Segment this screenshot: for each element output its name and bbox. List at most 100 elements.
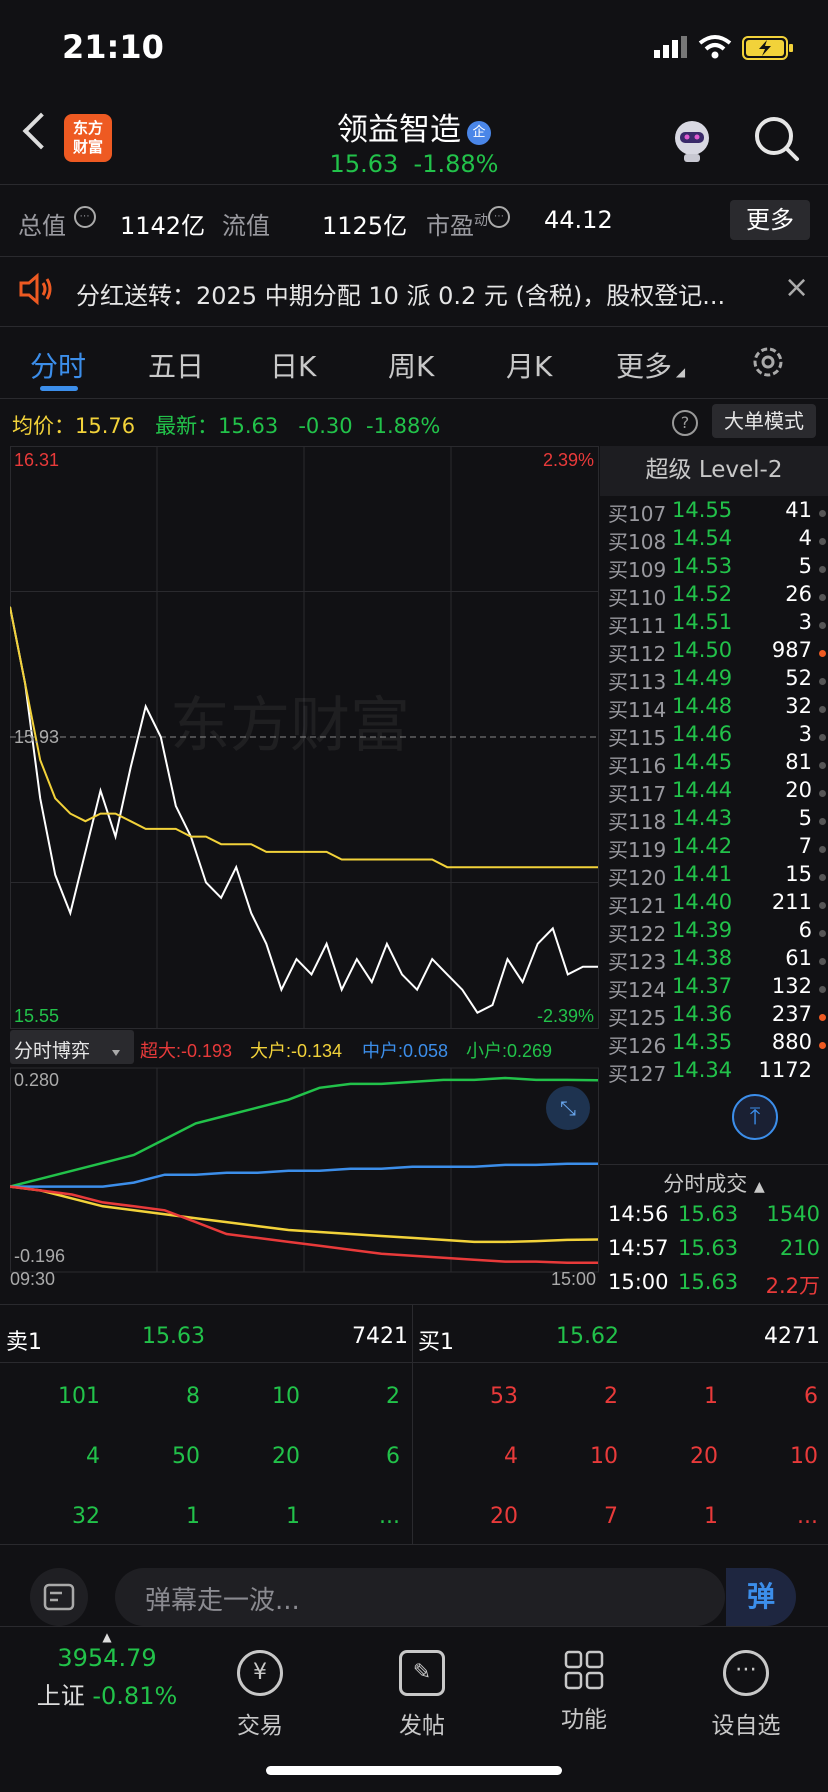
order-dot-icon xyxy=(819,762,826,769)
order-volume: 880 xyxy=(771,1030,812,1054)
order-volume: 26 xyxy=(785,582,812,606)
order-volume: 81 xyxy=(785,750,812,774)
order-level-label: 买125 xyxy=(608,1006,667,1030)
order-volume: 987 xyxy=(771,638,812,662)
order-volume: 5 xyxy=(798,806,812,830)
dividend-notice[interactable]: 分红送转：2025 中期分配 10 派 0.2 元 (含税)，股权登记... xyxy=(76,276,725,311)
speaker-icon xyxy=(18,272,54,310)
nav-functions[interactable]: 功能 xyxy=(524,1650,644,1734)
order-level-label: 买122 xyxy=(608,922,667,946)
trade-time: 14:56 xyxy=(608,1202,669,1226)
order-price: 14.40 xyxy=(672,890,733,914)
game-title: 分时博弈 xyxy=(14,1040,90,1062)
order-price: 14.53 xyxy=(672,554,733,578)
order-dot-icon xyxy=(819,930,826,937)
buy1-volume: 4271 xyxy=(764,1324,820,1349)
danmaku-settings-icon[interactable] xyxy=(30,1568,88,1626)
status-time: 21:10 xyxy=(62,28,164,66)
scroll-top-button[interactable]: ⤒ xyxy=(732,1094,778,1140)
danmaku-send-button[interactable]: 弹 xyxy=(726,1568,796,1626)
order-dot-icon xyxy=(819,622,826,629)
nav-trade[interactable]: ¥ 交易 xyxy=(200,1650,320,1740)
robot-assistant-icon[interactable] xyxy=(668,116,716,168)
yen-icon: ¥ xyxy=(237,1650,283,1696)
sell-queue-cell: 2 xyxy=(386,1384,400,1409)
buy-queue-cell: 10 xyxy=(790,1444,818,1469)
index-ticker[interactable]: ▲ 3954.79 上证 -0.81% xyxy=(22,1630,192,1711)
info-icon[interactable]: ⋯ xyxy=(488,206,510,228)
more-info-button[interactable]: 更多 xyxy=(730,200,810,240)
y-axis-top-pct-label: 2.39% xyxy=(543,450,594,470)
order-price: 14.49 xyxy=(672,666,733,690)
sell-queue-cell: ... xyxy=(379,1504,400,1529)
sell-queue-cell: 101 xyxy=(58,1384,100,1409)
help-icon[interactable]: ? xyxy=(672,410,698,436)
order-dot-icon xyxy=(819,986,826,993)
nav-post[interactable]: ✎ 发帖 xyxy=(362,1650,482,1740)
order-level-label: 买119 xyxy=(608,838,667,862)
tab-five-day[interactable]: 五日 xyxy=(148,345,204,385)
header-price: 15.63 xyxy=(329,150,399,178)
order-level-label: 买120 xyxy=(608,866,667,890)
trade-ticks-header[interactable]: 分时成交 ▲ xyxy=(600,1168,828,1198)
order-price: 14.54 xyxy=(672,526,733,550)
search-icon[interactable] xyxy=(754,116,800,166)
active-tab-indicator xyxy=(40,386,78,391)
order-level-label: 买108 xyxy=(608,530,667,554)
order-volume: 7 xyxy=(798,834,812,858)
order-level-label: 买121 xyxy=(608,894,667,918)
order-volume: 52 xyxy=(785,666,812,690)
time-end-label: 15:00 xyxy=(551,1269,596,1286)
trade-time: 15:00 xyxy=(608,1270,669,1294)
order-level-label: 买110 xyxy=(608,586,667,610)
big-order-mode-button[interactable]: 大单模式 xyxy=(712,404,816,438)
pe-label: 市盈动 ⋯ xyxy=(426,206,510,241)
order-dot-icon xyxy=(819,846,826,853)
tab-monthly-k[interactable]: 月K xyxy=(506,345,552,385)
game-super-big: 超大:-0.193 xyxy=(140,1041,232,1061)
sell-queue-cell: 1 xyxy=(186,1504,200,1529)
trade-price: 15.63 xyxy=(678,1202,739,1226)
y-axis-top-label: 16.31 xyxy=(14,450,59,470)
expand-icon[interactable]: ⤡ xyxy=(546,1086,590,1130)
order-volume: 1172 xyxy=(758,1058,812,1082)
order-price: 14.39 xyxy=(672,918,733,942)
sell-queue-cell: 6 xyxy=(386,1444,400,1469)
order-level-label: 买116 xyxy=(608,754,667,778)
trade-tick-row: 14:57 15.63 210 xyxy=(608,1236,820,1266)
trade-price: 15.63 xyxy=(678,1236,739,1260)
order-dot-icon xyxy=(819,1042,826,1049)
settings-gear-icon[interactable] xyxy=(750,344,786,384)
float-value-label: 流值 xyxy=(222,212,270,240)
edit-icon: ✎ xyxy=(399,1650,445,1696)
order-price: 14.55 xyxy=(672,498,733,522)
order-price: 14.38 xyxy=(672,946,733,970)
buy-queue-cell: 2 xyxy=(604,1384,618,1409)
tab-weekly-k[interactable]: 周K xyxy=(388,345,434,385)
tab-more[interactable]: 更多 ◢ xyxy=(616,345,685,385)
nav-add-watchlist[interactable]: ⋯ 设自选 xyxy=(686,1650,806,1740)
order-price: 14.50 xyxy=(672,638,733,662)
order-level-label: 买115 xyxy=(608,726,667,750)
game-bottom-label: -0.196 xyxy=(14,1246,65,1266)
intraday-chart[interactable]: 东方财富 16.31 2.39% 15.93 15.55 -2.39% 分时博弈 超大:-0.… xyxy=(10,446,600,1286)
trade-tick-row: 15:00 15.63 2.2万 xyxy=(608,1270,820,1300)
order-price: 14.48 xyxy=(672,694,733,718)
order-level-label: 买113 xyxy=(608,670,667,694)
tab-daily-k[interactable]: 日K xyxy=(270,345,316,385)
order-level-label: 买117 xyxy=(608,782,667,806)
trade-volume: 210 xyxy=(779,1236,820,1260)
buy-queue-cell: 7 xyxy=(604,1504,618,1529)
trade-price: 15.63 xyxy=(678,1270,739,1294)
close-icon[interactable]: × xyxy=(784,270,809,305)
sell1-price: 15.63 xyxy=(142,1324,205,1349)
info-icon[interactable]: ⋯ xyxy=(73,206,96,228)
order-dot-icon xyxy=(819,790,826,797)
order-level-label: 买123 xyxy=(608,950,667,974)
wifi-icon xyxy=(698,34,732,64)
order-volume: 211 xyxy=(771,890,812,914)
tab-intraday[interactable]: 分时 xyxy=(30,345,86,385)
index-change: -0.81% xyxy=(92,1682,178,1710)
buy-queue-cell: 20 xyxy=(490,1504,518,1529)
sell-queue-cell: 10 xyxy=(272,1384,300,1409)
